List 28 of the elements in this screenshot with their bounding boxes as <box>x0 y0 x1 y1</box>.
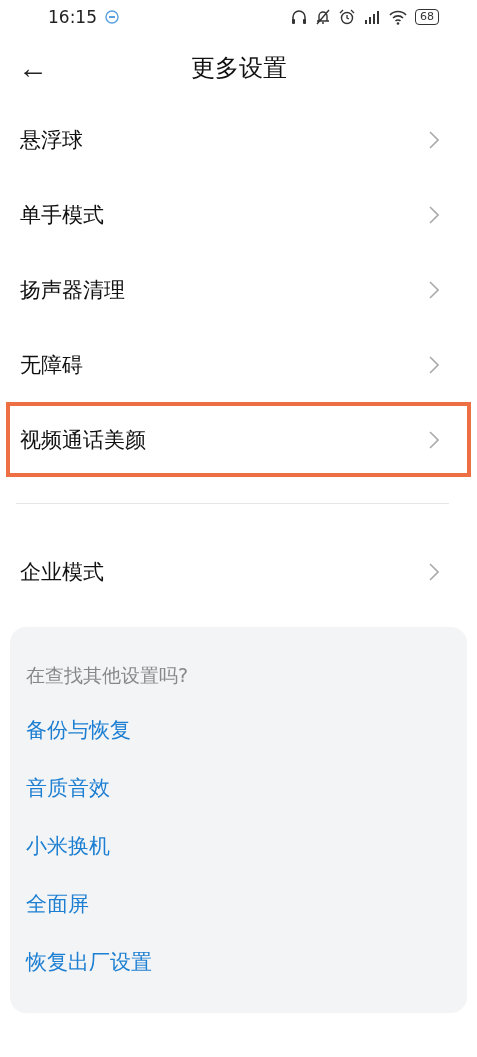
suggestion-link[interactable]: 备份与恢复 <box>26 701 131 759</box>
chevron-right-icon <box>429 205 439 224</box>
status-time: 16:15 <box>48 7 97 27</box>
page-title: 更多设置 <box>190 53 287 84</box>
settings-item[interactable]: 无障碍 <box>6 327 471 402</box>
suggestion-link[interactable]: 恢复出厂设置 <box>26 933 152 991</box>
headphones-icon <box>291 9 307 25</box>
signal-icon <box>363 9 381 25</box>
chevron-right-icon <box>429 430 439 449</box>
settings-item[interactable]: 悬浮球 <box>6 102 471 177</box>
battery-indicator: 68 <box>415 9 439 25</box>
app-badge-icon <box>105 10 119 24</box>
alarm-icon <box>339 9 355 25</box>
settings-item[interactable]: 企业模式 <box>6 534 471 609</box>
chevron-right-icon <box>429 280 439 299</box>
chevron-right-icon <box>429 130 439 149</box>
suggestion-link[interactable]: 全面屏 <box>26 875 89 933</box>
settings-item[interactable]: 扬声器清理 <box>6 252 471 327</box>
settings-item[interactable]: 单手模式 <box>6 177 471 252</box>
wifi-icon <box>389 9 407 25</box>
suggestions-title: 在查找其他设置吗? <box>26 663 189 688</box>
settings-item[interactable]: 视频通话美颜 <box>6 402 471 477</box>
bell-off-icon <box>315 9 331 25</box>
back-button[interactable]: ← <box>2 53 64 83</box>
chevron-right-icon <box>429 355 439 374</box>
suggestion-link[interactable]: 小米换机 <box>26 817 110 875</box>
chevron-right-icon <box>429 562 439 581</box>
suggestion-link[interactable]: 音质音效 <box>26 759 110 817</box>
